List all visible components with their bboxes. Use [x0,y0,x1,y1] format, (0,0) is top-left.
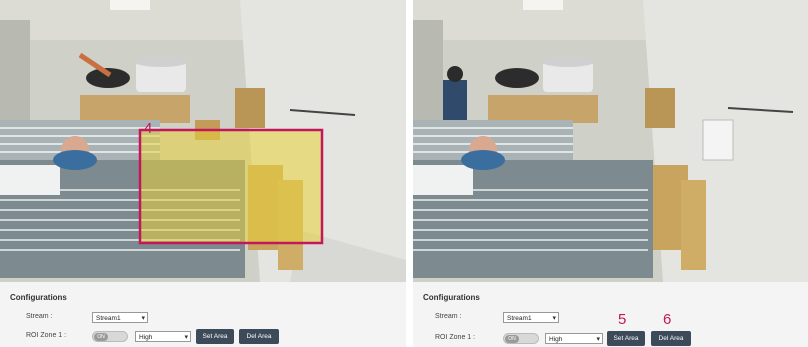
chevron-down-icon: ▾ [596,336,600,343]
stream-select-value: Stream1 [507,315,532,322]
configurations-title: Configurations [10,293,67,302]
right-panel: Configurations Stream : Stream1 ▾ ROI Zo… [413,0,808,347]
configurations-section: Configurations Stream : Stream1 ▾ ROI Zo… [413,282,808,347]
stream-select[interactable]: Stream1 ▾ [503,312,559,323]
toggle-knob: ON [505,334,519,343]
roi-zone-label: ROI Zone 1 : [26,332,67,339]
callout-4: 4 [144,120,153,137]
roi-level-select[interactable]: High ▾ [135,331,191,342]
chevron-down-icon: ▾ [141,315,145,322]
camera-scene-right [413,0,808,282]
configurations-section: Configurations Stream : Stream1 ▾ ROI Zo… [0,282,406,347]
del-area-button[interactable]: Del Area [239,329,279,344]
roi-zone-toggle[interactable]: ON [503,333,539,344]
camera-video-view-left[interactable] [0,0,406,282]
camera-video-view-right[interactable] [413,0,808,282]
set-area-button[interactable]: Set Area [607,331,645,346]
roi-zone-toggle[interactable]: ON [92,331,128,342]
roi-level-select[interactable]: High ▾ [545,333,603,344]
roi-level-value: High [139,334,153,341]
left-panel: 4 Configurations Stream : Stream1 ▾ ROI … [0,0,406,347]
stream-label: Stream : [435,313,462,320]
configurations-title: Configurations [423,293,480,302]
toggle-knob: ON [94,332,108,341]
roi-level-value: High [549,336,563,343]
roi-zone-label: ROI Zone 1 : [435,334,476,341]
callout-5: 5 [618,311,627,328]
stream-select[interactable]: Stream1 ▾ [92,312,148,323]
camera-scene-left [0,0,406,282]
callout-6: 6 [663,311,672,328]
stream-label: Stream : [26,313,53,320]
stream-select-value: Stream1 [96,315,121,322]
chevron-down-icon: ▾ [552,315,556,322]
set-area-button[interactable]: Set Area [196,329,234,344]
chevron-down-icon: ▾ [184,334,188,341]
roi-zone-box[interactable] [138,128,324,245]
del-area-button[interactable]: Del Area [651,331,691,346]
